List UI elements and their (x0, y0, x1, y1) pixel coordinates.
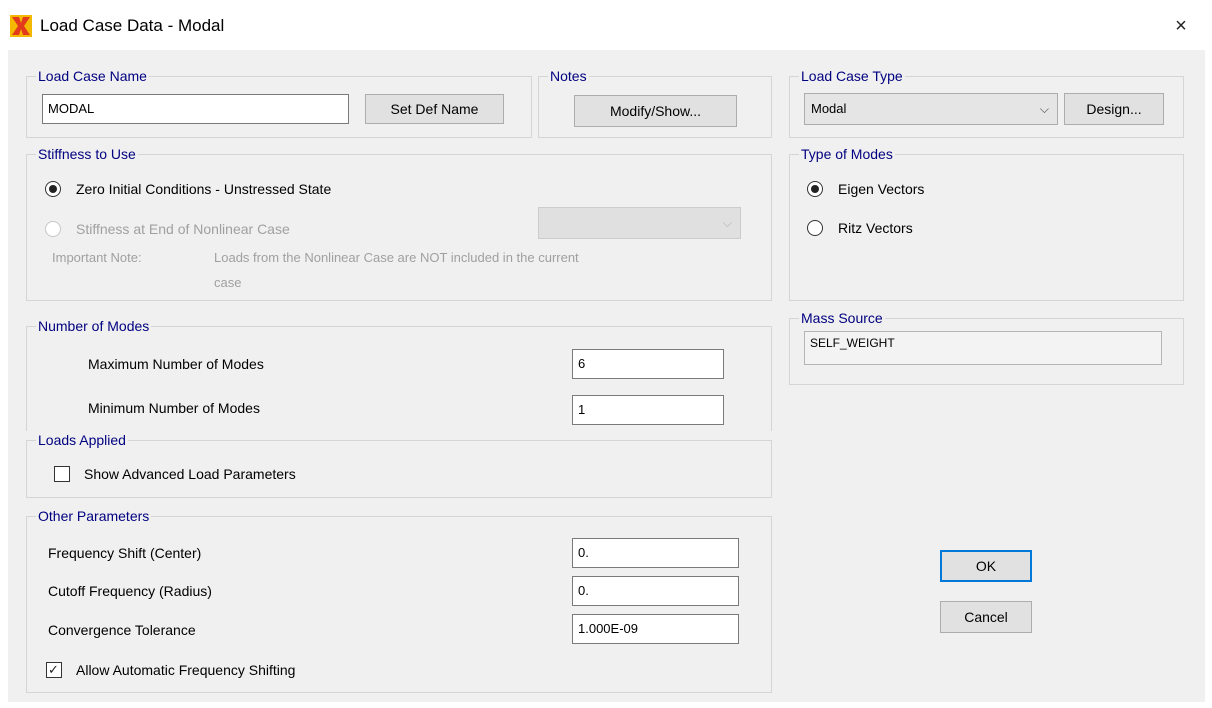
app-icon (10, 15, 32, 37)
freq-shift-label: Frequency Shift (Center) (48, 545, 202, 561)
min-modes-label: Minimum Number of Modes (88, 400, 260, 416)
eigen-vectors-radio[interactable] (807, 181, 823, 197)
type-of-modes-label: Type of Modes (799, 146, 895, 162)
auto-shift-label: Allow Automatic Frequency Shifting (76, 662, 296, 678)
title-bar: Load Case Data - Modal × (0, 0, 1212, 50)
cancel-button[interactable]: Cancel (940, 601, 1032, 633)
modify-show-button[interactable]: Modify/Show... (574, 95, 737, 127)
show-advanced-checkbox[interactable] (54, 466, 70, 482)
set-def-name-button[interactable]: Set Def Name (365, 94, 504, 124)
ritz-vectors-label: Ritz Vectors (838, 220, 913, 236)
max-modes-label: Maximum Number of Modes (88, 356, 264, 372)
loads-applied-label: Loads Applied (36, 432, 128, 448)
load-case-type-value: Modal (811, 101, 847, 116)
nonlinear-end-label: Stiffness at End of Nonlinear Case (76, 221, 290, 237)
ritz-vectors-radio[interactable] (807, 220, 823, 236)
ok-button[interactable]: OK (940, 550, 1032, 582)
important-note-text: Loads from the Nonlinear Case are NOT in… (214, 250, 579, 265)
zero-initial-label: Zero Initial Conditions - Unstressed Sta… (76, 181, 332, 197)
min-modes-input[interactable]: 1 (572, 395, 724, 425)
tolerance-input[interactable]: 1.000E-09 (572, 614, 739, 644)
show-advanced-label: Show Advanced Load Parameters (84, 466, 296, 482)
other-parameters-label: Other Parameters (36, 508, 152, 524)
load-case-name-label: Load Case Name (36, 68, 149, 84)
freq-shift-input[interactable]: 0. (572, 538, 739, 568)
notes-label: Notes (548, 68, 589, 84)
load-case-type-select[interactable]: Modal ⌵ (804, 93, 1058, 125)
chevron-down-icon: ⌵ (1039, 102, 1049, 116)
tolerance-label: Convergence Tolerance (48, 622, 196, 638)
important-note-text-2: case (214, 275, 242, 290)
close-icon[interactable]: × (1166, 12, 1196, 40)
chevron-down-icon: ⌵ (722, 216, 732, 230)
zero-initial-radio[interactable] (45, 181, 61, 197)
cutoff-freq-label: Cutoff Frequency (Radius) (48, 583, 212, 599)
number-of-modes-label: Number of Modes (36, 318, 152, 334)
mass-source-field: SELF_WEIGHT (804, 331, 1162, 365)
design-button[interactable]: Design... (1064, 93, 1164, 125)
important-note-label: Important Note: (52, 250, 142, 265)
auto-shift-checkbox[interactable] (46, 662, 62, 678)
eigen-vectors-label: Eigen Vectors (838, 181, 925, 197)
load-case-type-label: Load Case Type (799, 68, 905, 84)
nonlinear-end-radio[interactable] (45, 221, 61, 237)
load-case-name-input[interactable]: MODAL (42, 94, 349, 124)
nonlinear-case-select[interactable]: ⌵ (538, 207, 741, 239)
stiffness-label: Stiffness to Use (36, 146, 138, 162)
cutoff-freq-input[interactable]: 0. (572, 576, 739, 606)
dialog-body: Load Case Name MODAL Set Def Name Notes … (8, 50, 1205, 702)
mass-source-label: Mass Source (799, 310, 885, 326)
max-modes-input[interactable]: 6 (572, 349, 724, 379)
window-title: Load Case Data - Modal (40, 16, 225, 35)
